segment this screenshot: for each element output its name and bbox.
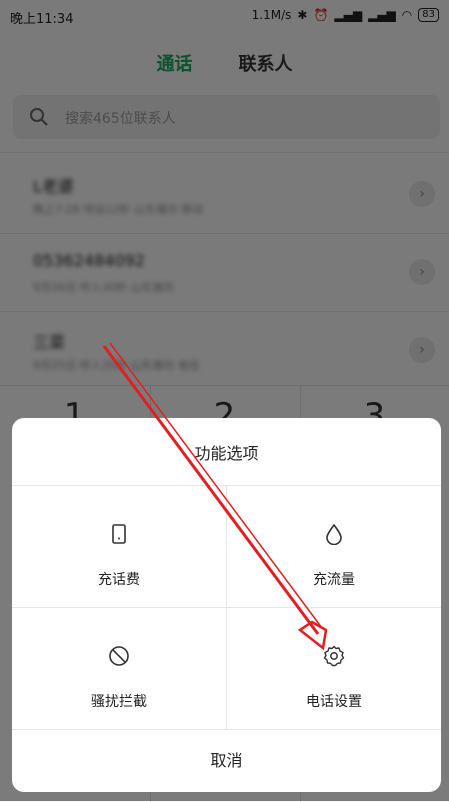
sheet-title: 功能选项 bbox=[194, 444, 259, 463]
option-label: 电话设置 bbox=[306, 694, 362, 710]
water-drop-icon bbox=[326, 523, 342, 545]
recharge-data-option[interactable]: 充流量 bbox=[227, 487, 441, 607]
gear-icon bbox=[323, 645, 345, 667]
phone-card-icon bbox=[112, 524, 126, 544]
watermark-logo: Bai 经验 bbox=[372, 763, 439, 782]
option-label: 充流量 bbox=[313, 572, 355, 588]
harassment-block-option[interactable]: 骚扰拦截 bbox=[12, 609, 226, 729]
phone-settings-option[interactable]: 电话设置 bbox=[227, 609, 441, 729]
recharge-credit-option[interactable]: 充话费 bbox=[12, 487, 226, 607]
option-label: 骚扰拦截 bbox=[91, 694, 147, 710]
block-icon bbox=[109, 646, 129, 666]
function-options-sheet: 功能选项 充话费 充流量 骚扰拦截 电话设置 取消 bbox=[12, 418, 441, 792]
divider bbox=[12, 607, 441, 608]
option-label: 充话费 bbox=[98, 572, 140, 588]
